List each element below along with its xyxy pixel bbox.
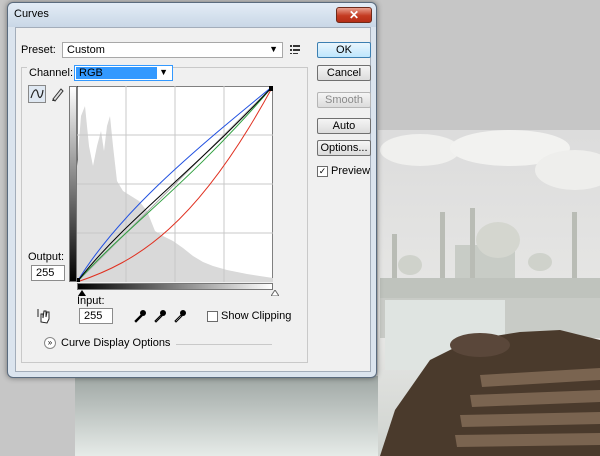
cancel-button[interactable]: Cancel: [317, 65, 371, 81]
curve-point: [269, 86, 273, 91]
smooth-button[interactable]: Smooth: [317, 92, 371, 108]
curves-dialog: Curves ✕ Preset: Custom ▼ Channel: RGB ▼: [7, 2, 377, 378]
chevron-down-icon: ▼: [269, 44, 278, 54]
white-point-eyedropper-icon[interactable]: [173, 309, 187, 323]
chevron-down-icon: ▼: [159, 67, 168, 77]
chevron-down-icon: »: [47, 338, 53, 347]
curve-tool-button[interactable]: [28, 85, 46, 103]
white-point-slider[interactable]: [271, 290, 279, 296]
on-image-adjust-icon[interactable]: [36, 308, 52, 324]
divider: [176, 344, 272, 345]
auto-button[interactable]: Auto: [317, 118, 371, 134]
black-point-eyedropper-icon[interactable]: [133, 309, 147, 323]
preset-value: Custom: [67, 44, 105, 56]
input-label: Input:: [77, 295, 105, 307]
gray-point-eyedropper-icon[interactable]: [153, 309, 167, 323]
dialog-title: Curves: [14, 8, 49, 20]
curve-display-options-label: Curve Display Options: [61, 337, 171, 349]
output-field[interactable]: 255: [31, 265, 65, 281]
output-label: Output:: [28, 251, 65, 263]
close-icon: ✕: [348, 8, 360, 22]
preset-options-icon[interactable]: [289, 43, 301, 55]
channel-label: Channel:: [27, 67, 76, 79]
show-clipping-checkbox[interactable]: [207, 311, 218, 322]
preset-label: Preset:: [21, 44, 56, 56]
channel-value: RGB: [79, 67, 103, 79]
curves-graph[interactable]: [77, 86, 273, 282]
curve-point: [77, 278, 80, 282]
preset-select[interactable]: Custom ▼: [62, 42, 283, 58]
input-field[interactable]: 255: [79, 308, 113, 324]
curve-point-icon: [30, 89, 44, 99]
preview-label: Preview: [331, 165, 371, 177]
ok-button[interactable]: OK: [317, 42, 371, 58]
close-button[interactable]: ✕: [336, 7, 372, 23]
options-button[interactable]: Options...: [317, 140, 371, 156]
input-gradient-bar: [77, 283, 273, 290]
channel-select[interactable]: RGB ▼: [74, 65, 173, 81]
preview-checkbox[interactable]: ✓: [317, 166, 328, 177]
title-bar[interactable]: Curves ✕: [8, 3, 376, 27]
show-clipping-label: Show Clipping: [221, 310, 292, 322]
output-gradient-bar: [69, 86, 77, 282]
dialog-body: Preset: Custom ▼ Channel: RGB ▼ Output: …: [15, 27, 371, 372]
curve-display-options-toggle[interactable]: »: [44, 337, 56, 349]
pencil-icon[interactable]: [50, 86, 64, 102]
